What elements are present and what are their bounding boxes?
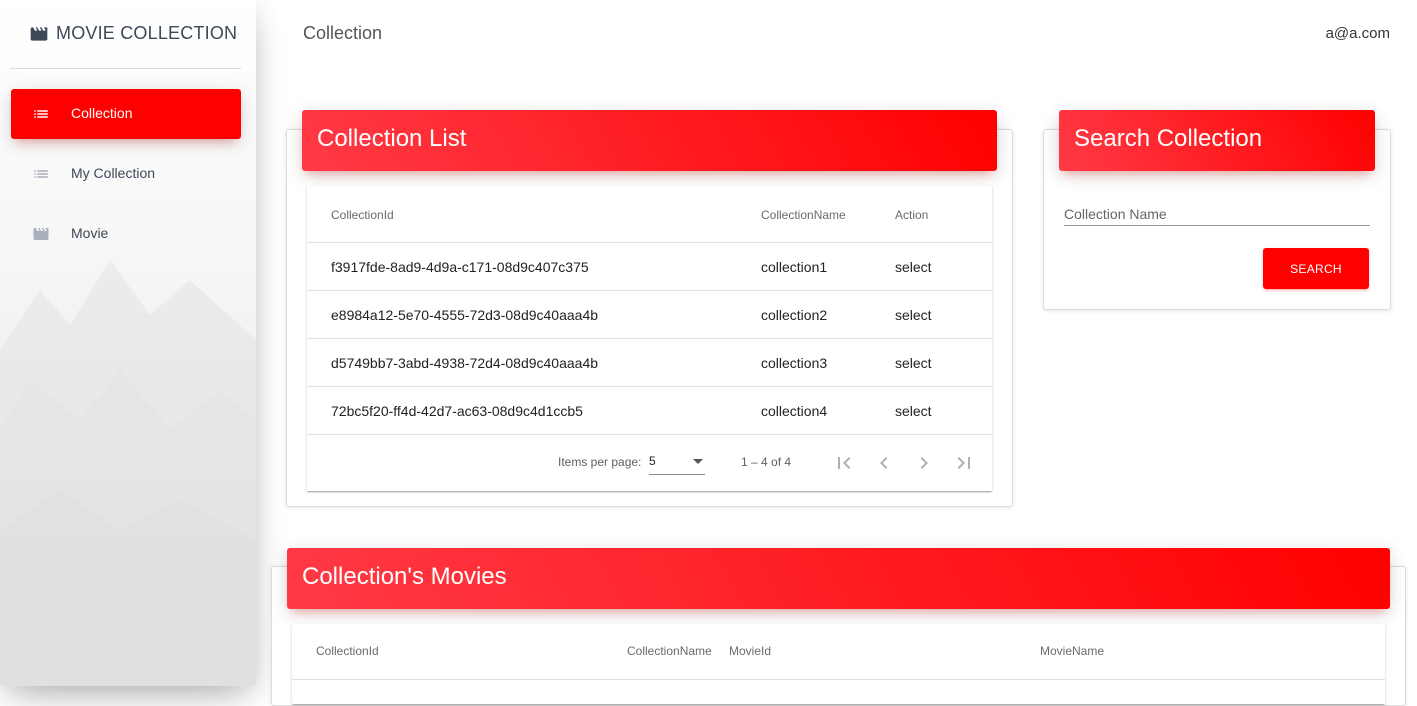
collection-movies-table: CollectionId CollectionName MovieId Movi… [292,624,1385,704]
sidebar-item-my-collection[interactable]: My Collection [11,149,241,199]
previous-page-icon[interactable] [872,451,896,475]
cell-collection-id: d5749bb7-3abd-4938-72d4-08d9c40aaa4b [331,355,599,371]
table-divider [292,679,1385,689]
table-row: d5749bb7-3abd-4938-72d4-08d9c40aaa4b col… [307,338,992,386]
select-link[interactable]: select [895,355,932,371]
next-page-icon[interactable] [912,451,936,475]
column-header-collection-name[interactable]: CollectionName [627,644,712,658]
collection-name-input[interactable] [1064,202,1370,226]
card-title: Collection's Movies [302,563,507,590]
sidebar-item-label: My Collection [71,165,156,181]
sidebar-item-label: Movie [71,225,109,241]
sidebar-item-label: Collection [71,105,133,121]
sidebar-item-collection[interactable]: Collection [11,89,241,139]
page-title: Collection [303,23,383,43]
select-link[interactable]: select [895,259,932,275]
cell-collection-name: collection2 [761,307,828,323]
search-button[interactable]: SEARCH [1263,248,1369,289]
table-row: 72bc5f20-ff4d-42d7-ac63-08d9c4d1ccb5 col… [307,386,992,434]
column-header-collection-id[interactable]: CollectionId [331,208,394,222]
cell-collection-id: 72bc5f20-ff4d-42d7-ac63-08d9c4d1ccb5 [331,403,583,419]
cell-collection-name: collection4 [761,403,828,419]
column-header-movie-id[interactable]: MovieId [729,644,771,658]
select-link[interactable]: select [895,307,932,323]
paginator: Items per page: 5 1 – 4 of 4 [307,434,992,491]
sidebar-background-mountains [0,260,256,686]
table-row: e8984a12-5e70-4555-72d3-08d9c40aaa4b col… [307,290,992,338]
select-link[interactable]: select [895,403,932,419]
cell-collection-name: collection3 [761,355,828,371]
paginator-range: 1 – 4 of 4 [741,455,792,469]
collection-list-header: Collection List [302,110,997,171]
card-title: Collection List [317,125,467,152]
items-per-page-select[interactable]: 5 [649,451,705,475]
table-row: f3917fde-8ad9-4d9a-c171-08d9c407c375 col… [307,242,992,290]
first-page-icon[interactable] [832,451,856,475]
items-per-page-value: 5 [649,454,656,468]
items-per-page-label: Items per page: [558,455,642,469]
list-icon [34,170,48,178]
sidebar-item-movie[interactable]: Movie [11,209,241,259]
column-header-movie-name[interactable]: MovieName [1040,644,1104,658]
clapperboard-icon [33,228,49,240]
collection-table: CollectionId CollectionName Action f3917… [307,186,992,491]
user-email[interactable]: a@a.com [1326,25,1390,42]
card-title: Search Collection [1074,125,1263,152]
sidebar: MOVIE COLLECTION Collection My Collectio… [0,0,256,686]
brand-title: MOVIE COLLECTION [56,23,238,43]
clapperboard-icon [30,27,48,41]
list-icon [34,110,48,118]
last-page-icon[interactable] [952,451,976,475]
cell-collection-id: f3917fde-8ad9-4d9a-c171-08d9c407c375 [331,259,589,275]
brand[interactable]: MOVIE COLLECTION [10,0,241,69]
cell-collection-name: collection1 [761,259,828,275]
search-collection-header: Search Collection [1059,110,1375,171]
chevron-down-icon [693,459,703,464]
column-header-action[interactable]: Action [895,208,928,222]
cell-collection-id: e8984a12-5e70-4555-72d3-08d9c40aaa4b [331,307,599,323]
column-header-collection-name[interactable]: CollectionName [761,208,846,222]
collection-movies-header: Collection's Movies [287,548,1390,609]
column-header-collection-id[interactable]: CollectionId [316,644,379,658]
